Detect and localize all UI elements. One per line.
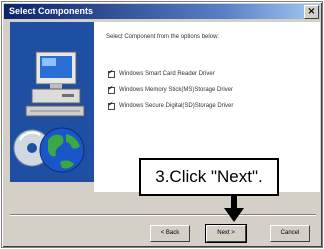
checkbox-smart-card-reader[interactable]: ✓: [108, 67, 115, 78]
select-components-dialog: Select Components × Select Component fro…: [1, 1, 323, 248]
computer-icon: [25, 51, 85, 117]
setup-art-panel: [10, 22, 94, 182]
instruction-text: Select Component from the options below:: [106, 34, 220, 40]
instruction-callout: 3.Click "Next".: [139, 158, 279, 196]
close-button[interactable]: ×: [304, 5, 319, 19]
window-title: Select Components: [9, 6, 94, 16]
checkbox-memory-stick[interactable]: ✓: [108, 83, 115, 94]
close-icon: ×: [307, 6, 316, 17]
button-divider: [10, 214, 316, 216]
option-label: Windows Secure Digital(SD)Storage Driver: [119, 103, 234, 109]
checkmark-icon: ✓: [108, 67, 114, 76]
checkmark-icon: ✓: [108, 83, 114, 92]
cancel-button[interactable]: Cancel: [270, 225, 310, 242]
arrow-down-icon: [224, 196, 244, 222]
option-label: Windows Memory Stick(MS)Storage Driver: [119, 87, 234, 93]
next-button[interactable]: Next >: [205, 224, 247, 243]
option-smart-card-reader[interactable]: ✓ Windows Smart Card Reader Driver: [108, 67, 215, 78]
back-button[interactable]: < Back: [150, 225, 190, 242]
checkbox-secure-digital[interactable]: ✓: [108, 99, 115, 110]
title-bar[interactable]: Select Components ×: [4, 4, 320, 19]
globe-icon: [39, 127, 85, 173]
option-memory-stick[interactable]: ✓ Windows Memory Stick(MS)Storage Driver: [108, 83, 234, 94]
option-label: Windows Smart Card Reader Driver: [119, 71, 215, 77]
checkmark-icon: ✓: [108, 99, 114, 108]
option-secure-digital[interactable]: ✓ Windows Secure Digital(SD)Storage Driv…: [108, 99, 234, 110]
